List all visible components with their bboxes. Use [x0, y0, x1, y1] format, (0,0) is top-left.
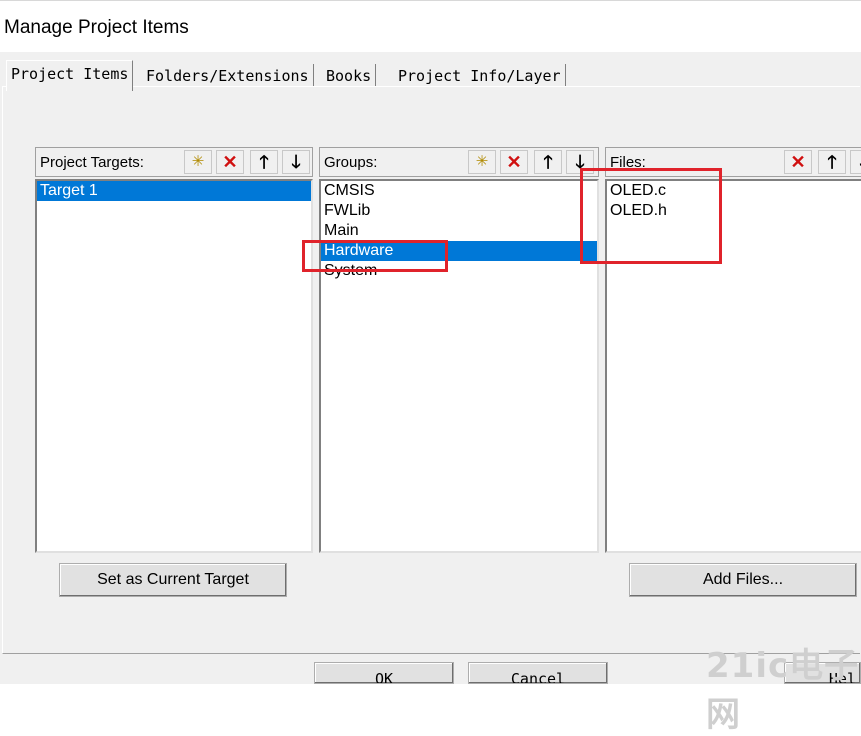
cancel-button[interactable]: Cancel: [468, 662, 608, 684]
groups-header-label: Groups:: [324, 154, 378, 171]
list-item[interactable]: FWLib: [321, 201, 597, 221]
targets-list[interactable]: Target 1: [35, 179, 313, 553]
move-up-group-icon[interactable]: 🡑: [534, 150, 562, 174]
new-target-icon[interactable]: ✳: [184, 150, 212, 174]
watermark-logo: 21ic电子网: [706, 646, 860, 735]
add-files-button[interactable]: Add Files...: [629, 563, 857, 597]
ok-button[interactable]: OK: [314, 662, 454, 684]
highlight-box-files: [580, 168, 722, 264]
delete-file-icon[interactable]: ✕: [784, 150, 812, 174]
tab-books[interactable]: Books: [322, 64, 377, 88]
tab-folders-extensions[interactable]: Folders/Extensions: [142, 64, 314, 88]
targets-header: Project Targets: ✳ ✕ 🡑 🡓: [35, 147, 313, 177]
highlight-box-hardware: [302, 240, 448, 272]
list-item[interactable]: Target 1: [37, 181, 311, 201]
tab-project-items[interactable]: Project Items: [6, 60, 134, 91]
delete-target-icon[interactable]: ✕: [216, 150, 244, 174]
targets-header-label: Project Targets:: [40, 154, 144, 171]
set-current-target-button[interactable]: Set as Current Target: [59, 563, 287, 597]
list-item[interactable]: Main: [321, 221, 597, 241]
groups-header: Groups: ✳ ✕ 🡑 🡓: [319, 147, 599, 177]
delete-group-icon[interactable]: ✕: [500, 150, 528, 174]
dialog-body: Project Items Folders/Extensions Books P…: [0, 52, 861, 684]
new-group-icon[interactable]: ✳: [468, 150, 496, 174]
tab-project-info-layer[interactable]: Project Info/Layer: [394, 64, 566, 88]
move-up-file-icon[interactable]: 🡑: [818, 150, 846, 174]
move-down-target-icon[interactable]: 🡓: [282, 150, 310, 174]
groups-list[interactable]: CMSIS FWLib Main Hardware System: [319, 179, 599, 553]
tab-panel: Project Targets: ✳ ✕ 🡑 🡓 Target 1 Set as…: [2, 86, 861, 654]
title-bar: Manage Project Items: [0, 0, 861, 53]
move-up-target-icon[interactable]: 🡑: [250, 150, 278, 174]
window-title: Manage Project Items: [4, 17, 189, 38]
list-item[interactable]: CMSIS: [321, 181, 597, 201]
move-down-file-icon[interactable]: 🡓: [850, 150, 861, 174]
